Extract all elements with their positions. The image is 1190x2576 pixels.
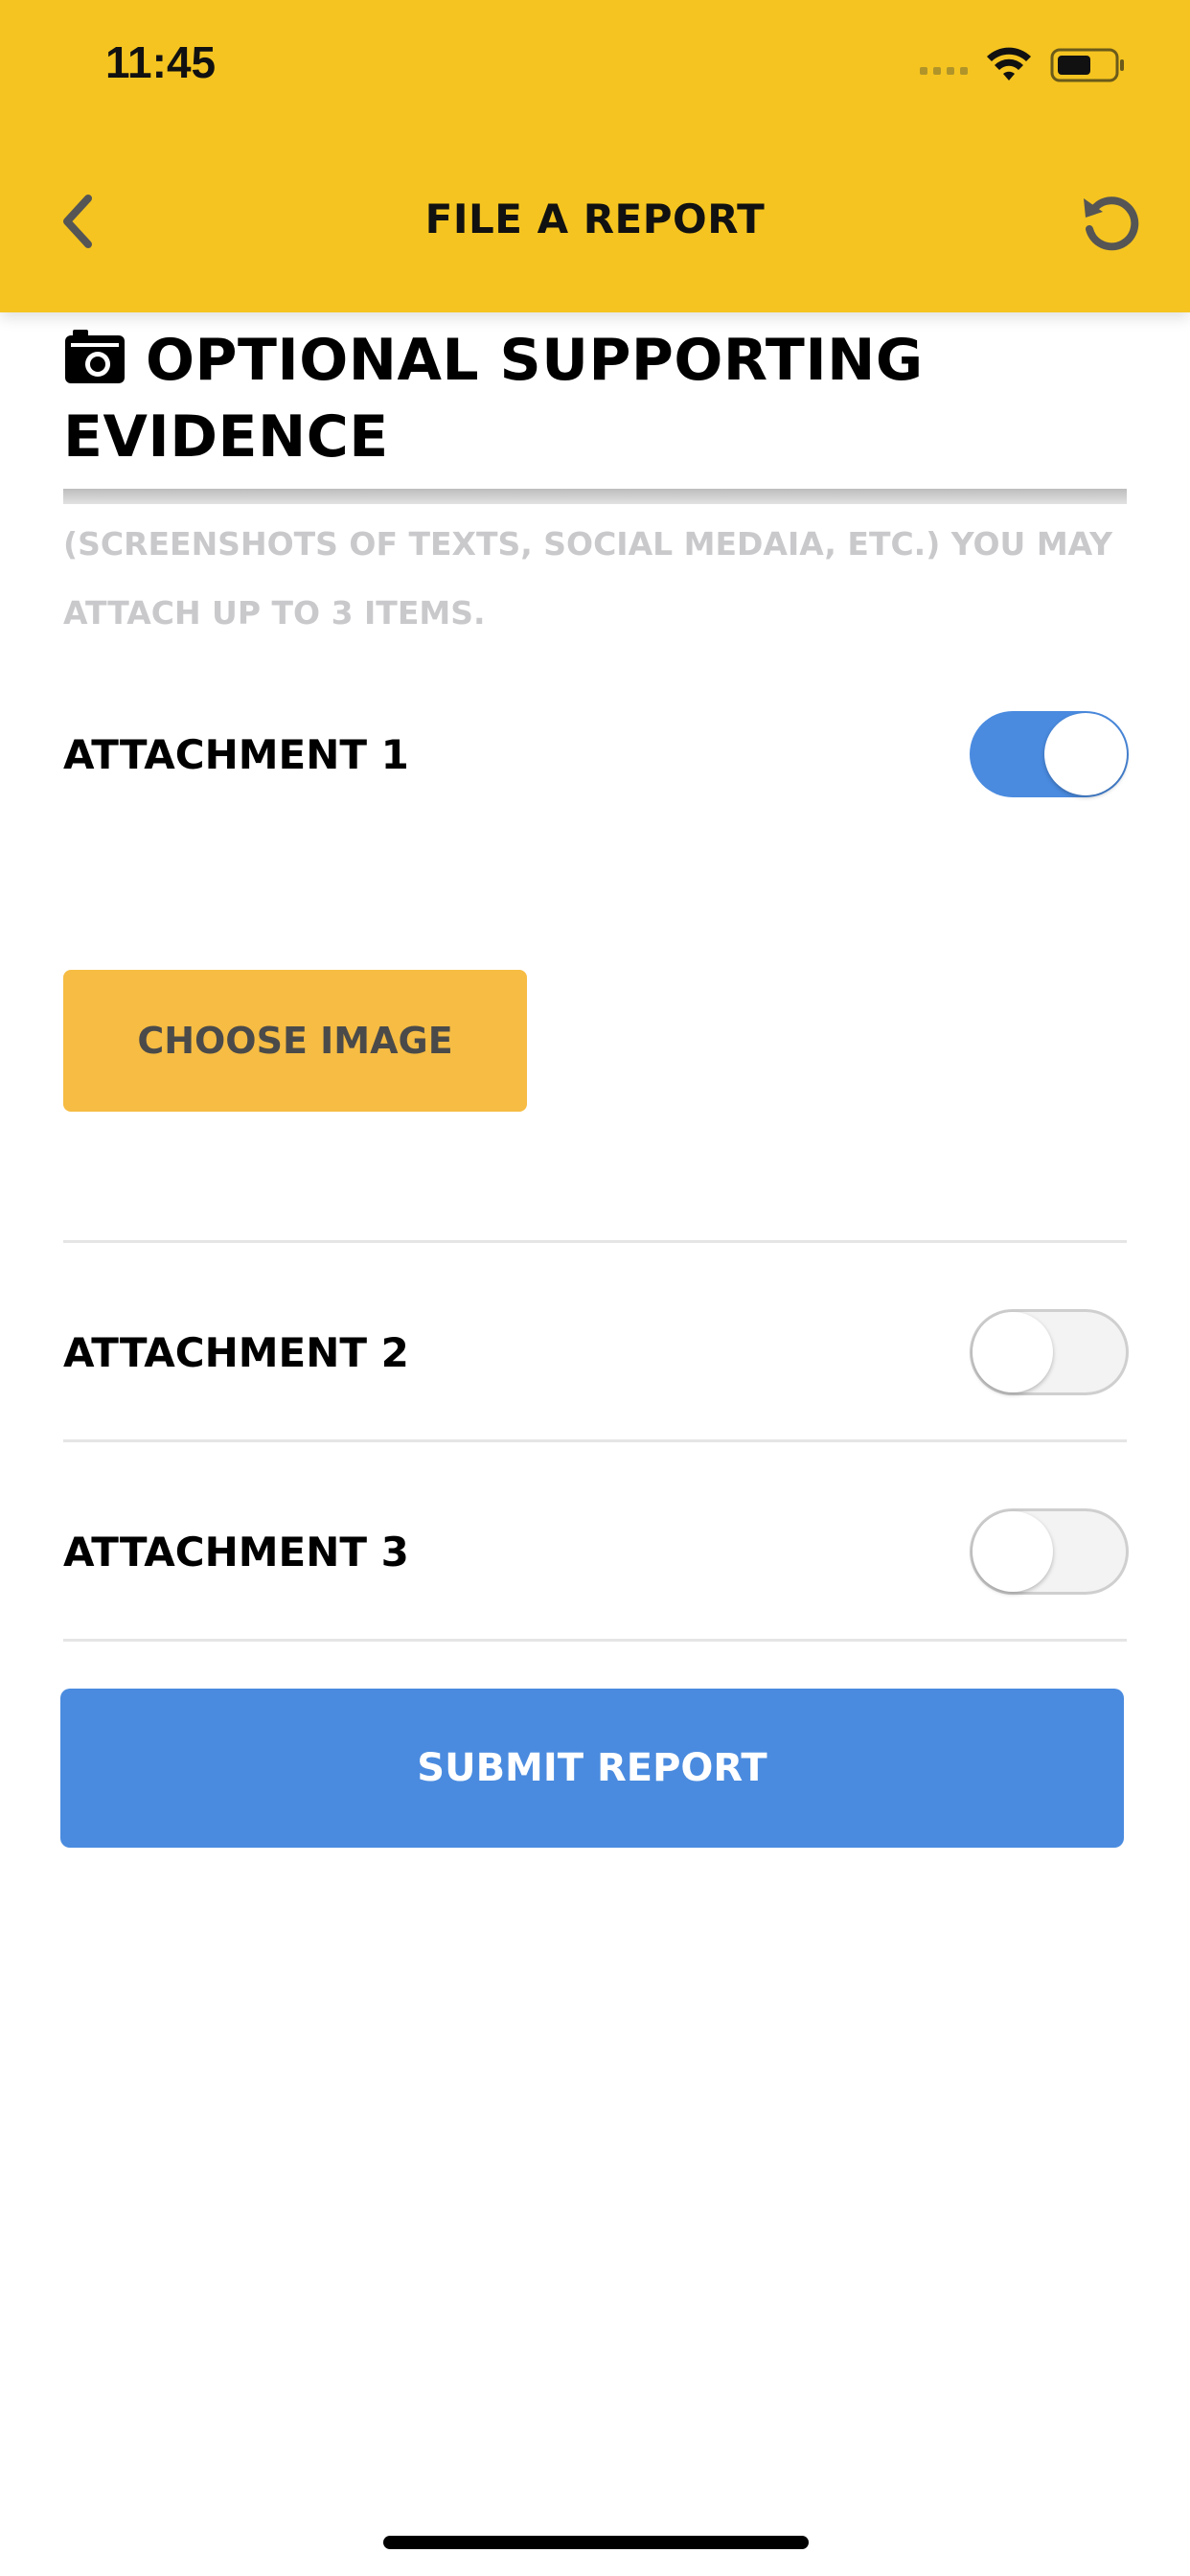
attachment-toggle-1[interactable] bbox=[970, 711, 1129, 797]
attachment-label-2: ATTACHMENT 2 bbox=[63, 1328, 409, 1376]
app-header: 11:45 FILE A REPORT bbox=[0, 0, 1190, 312]
attachment-label-1: ATTACHMENT 1 bbox=[63, 730, 409, 778]
toggle-knob bbox=[973, 1511, 1053, 1592]
attachment-toggle-3[interactable] bbox=[970, 1508, 1129, 1595]
refresh-button[interactable] bbox=[1073, 186, 1146, 259]
section-subtext: (SCREENSHOTS OF TEXTS, SOCIAL MEDAIA, ET… bbox=[63, 525, 1112, 632]
toggle-knob bbox=[973, 1312, 1053, 1392]
row-divider bbox=[63, 1639, 1127, 1642]
row-divider bbox=[63, 1439, 1127, 1442]
page-title: FILE A REPORT bbox=[424, 196, 766, 242]
section-header: OPTIONAL SUPPORTING EVIDENCE bbox=[63, 322, 1127, 475]
attachment-row-1: ATTACHMENT 1 bbox=[63, 711, 1129, 797]
submit-report-button[interactable]: SUBMIT REPORT bbox=[60, 1689, 1124, 1848]
section-title: OPTIONAL SUPPORTING EVIDENCE bbox=[63, 322, 1127, 475]
home-indicator bbox=[383, 2536, 809, 2549]
refresh-icon bbox=[1084, 196, 1139, 251]
toggle-knob bbox=[1044, 713, 1127, 795]
status-time: 11:45 bbox=[105, 37, 217, 87]
row-divider bbox=[63, 1240, 1127, 1243]
attachment-toggle-2[interactable] bbox=[970, 1309, 1129, 1395]
attachment-label-3: ATTACHMENT 3 bbox=[63, 1528, 409, 1576]
battery-icon bbox=[1050, 48, 1124, 82]
attachment-row-3: ATTACHMENT 3 bbox=[63, 1508, 1129, 1595]
attachment-row-2: ATTACHMENT 2 bbox=[63, 1309, 1129, 1395]
camera-icon bbox=[65, 330, 125, 383]
choose-image-button[interactable]: CHOOSE IMAGE bbox=[63, 970, 527, 1112]
status-icons bbox=[920, 42, 1127, 88]
cellular-signal-icon bbox=[920, 67, 968, 75]
section-title-text: OPTIONAL SUPPORTING EVIDENCE bbox=[63, 327, 924, 471]
section-divider bbox=[63, 489, 1127, 504]
wifi-icon bbox=[987, 47, 1031, 80]
